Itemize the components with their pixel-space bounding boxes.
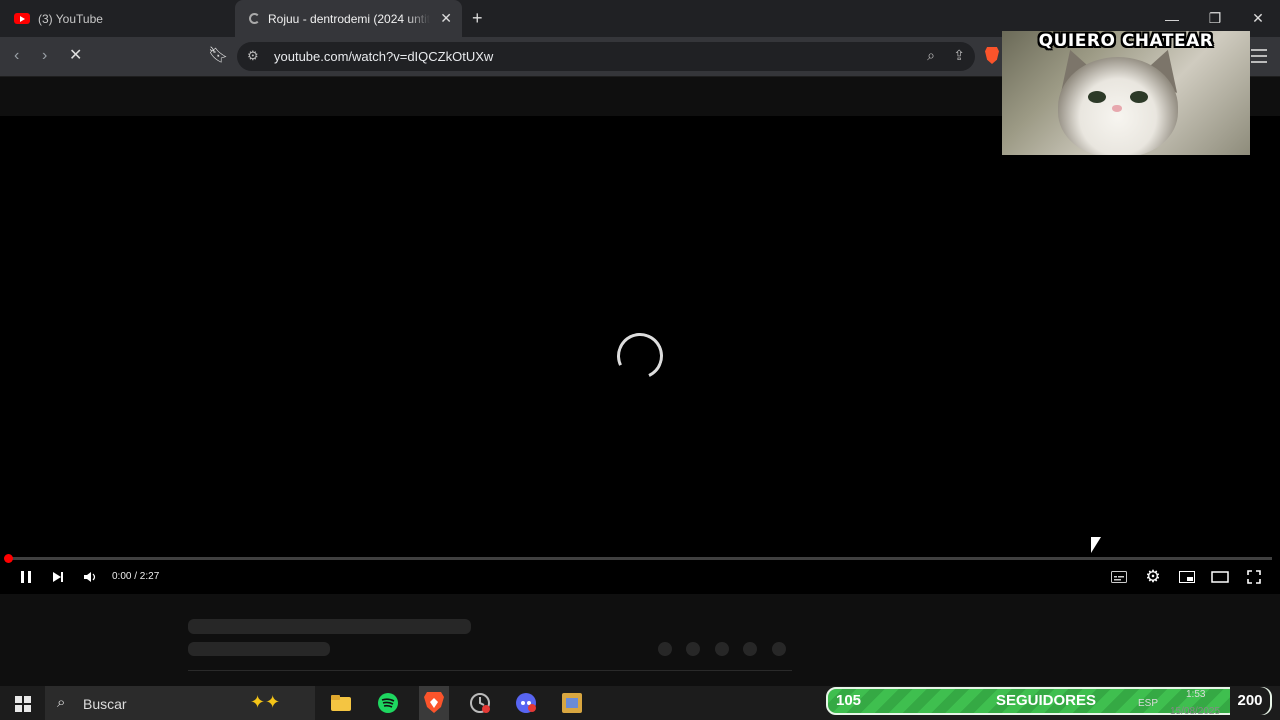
cat-nose [1112, 105, 1122, 112]
settings-button[interactable]: ⚙ [1144, 567, 1162, 586]
spotify-icon[interactable] [375, 690, 401, 716]
clock-app-icon[interactable] [467, 690, 493, 716]
tab-title: Rojuu - dentrodemi (2024 untitled) [268, 11, 430, 26]
youtube-icon [14, 13, 30, 24]
meme-caption: QUIERO CHATEAR [1038, 31, 1214, 51]
discord-icon[interactable] [513, 690, 539, 716]
subtitles-button[interactable] [1110, 568, 1128, 586]
progress-bar[interactable] [8, 557, 1272, 560]
next-icon [53, 572, 63, 582]
file-explorer-icon[interactable] [328, 690, 354, 716]
subtitles-icon [1111, 571, 1127, 583]
tab-youtube[interactable]: (3) YouTube [0, 0, 232, 37]
volume-button[interactable] [81, 568, 99, 586]
time-display: 0:00 / 2:27 [112, 571, 160, 582]
back-icon[interactable]: ‹ [14, 47, 19, 65]
tab-title: (3) YouTube [38, 11, 103, 26]
action-skeleton [686, 642, 700, 656]
url-text: youtube.com/watch?v=dIQCZkOtUXw [274, 49, 494, 64]
search-placeholder: Buscar [83, 696, 127, 712]
language-indicator[interactable]: ESP [1138, 698, 1158, 709]
gear-icon: ⚙ [1145, 567, 1161, 586]
followers-label: SEGUIDORES [996, 692, 1097, 709]
brave-browser-icon[interactable] [419, 686, 449, 720]
fullscreen-button[interactable] [1245, 568, 1263, 586]
menu-icon[interactable] [1251, 49, 1267, 67]
fullscreen-icon [1247, 570, 1261, 584]
search-icon: ⌕ [57, 694, 66, 711]
action-skeleton [743, 642, 757, 656]
next-button[interactable] [49, 568, 67, 586]
share-icon[interactable]: ⇪ [953, 47, 965, 64]
zoom-icon[interactable]: ⌕ [927, 47, 935, 64]
theater-icon [1211, 571, 1229, 583]
brave-shields-icon[interactable] [985, 47, 999, 64]
cat-meme-overlay: QUIERO CHATEAR [1002, 31, 1250, 155]
taskbar-search[interactable]: ⌕ Buscar ✦✦ [45, 686, 315, 720]
action-skeleton [772, 642, 786, 656]
miniplayer-icon [1179, 571, 1195, 583]
miniplayer-button[interactable] [1178, 568, 1196, 586]
followers-current: 105 [836, 692, 862, 709]
tab-video[interactable]: Rojuu - dentrodemi (2024 untitled) ✕ [235, 0, 462, 37]
volume-icon [84, 572, 96, 582]
mouse-cursor [1091, 537, 1101, 553]
copilot-sparkle-icon[interactable]: ✦✦ [250, 692, 280, 713]
close-tab-icon[interactable]: ✕ [440, 10, 452, 27]
channel-skeleton [188, 642, 330, 656]
new-tab-button[interactable]: + [472, 8, 483, 28]
action-skeleton [658, 642, 672, 656]
bookmark-icon[interactable]: 🔖︎ [208, 47, 228, 65]
forward-icon[interactable]: › [42, 47, 47, 65]
followers-goal: 200 [1230, 687, 1270, 715]
action-skeleton [715, 642, 729, 656]
loading-icon [249, 13, 260, 24]
divider [188, 670, 792, 671]
theater-mode-button[interactable] [1211, 568, 1229, 586]
pause-button[interactable] [17, 568, 35, 586]
address-bar[interactable]: ⚙︎ youtube.com/watch?v=dIQCZkOtUXw ⌕ ⇪ [237, 42, 975, 71]
cat-eye [1130, 91, 1148, 103]
stop-loading-icon[interactable]: ✕ [69, 47, 82, 65]
windows-start-button[interactable] [15, 696, 31, 712]
clock-time[interactable]: 1:53 [1186, 689, 1205, 700]
clock-date[interactable]: 15/08/2025 [1170, 706, 1220, 717]
cat-eye [1088, 91, 1106, 103]
site-info-icon[interactable]: ⚙︎ [247, 48, 259, 64]
title-skeleton [188, 619, 471, 634]
scrubber-handle[interactable] [4, 554, 13, 563]
pause-icon [21, 571, 31, 583]
game-app-icon[interactable] [559, 690, 585, 716]
